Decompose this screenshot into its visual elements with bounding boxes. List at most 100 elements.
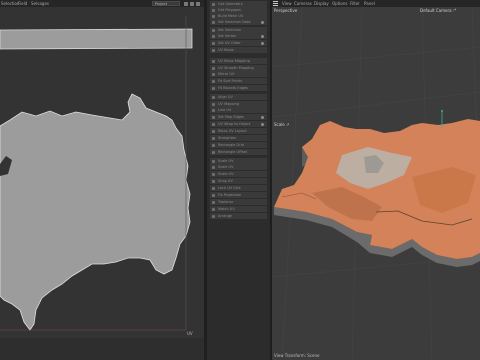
command-label: UV Smooth Mapping [218, 66, 254, 70]
command-label: Arrange [218, 214, 232, 218]
command-button[interactable]: Fit Bounds Edges [210, 85, 267, 91]
command-label: Fix Projection [218, 193, 242, 197]
command-button[interactable]: Fix Projection [210, 192, 267, 198]
command-label: Mirror UV [218, 72, 235, 76]
command-button[interactable]: Align UV [210, 94, 267, 100]
uv-toolbar-icons [184, 2, 200, 6]
command-button[interactable]: Set UV Order [210, 40, 267, 46]
command-icon [212, 72, 215, 76]
uv-island-terrain[interactable] [0, 93, 191, 331]
command-options-icon[interactable] [261, 122, 264, 126]
command-button[interactable]: Arrange [210, 213, 267, 219]
command-icon [212, 59, 215, 63]
command-icon [212, 115, 215, 119]
command-button[interactable]: Rectangle Grid [210, 142, 267, 148]
command-icon [212, 66, 215, 70]
command-label: UV Wrap to Object [218, 122, 251, 126]
command-icon [212, 122, 215, 126]
command-label: Scale UV [218, 172, 234, 176]
command-icon [212, 79, 215, 83]
command-icon [212, 48, 215, 52]
command-label: Set Map Edges [218, 115, 244, 119]
uv-canvas[interactable]: UV [0, 8, 204, 338]
command-icon [212, 14, 215, 18]
command-label: Set Vertex [218, 34, 237, 38]
command-button[interactable]: Straighten [210, 135, 267, 141]
command-label: UV Relax Mapping [218, 59, 250, 63]
command-button[interactable]: Set Selection Data [210, 19, 267, 25]
command-button[interactable]: Mirror UV [210, 71, 267, 77]
command-button[interactable]: Set Map Edges [210, 114, 267, 120]
command-label: Build Mesh UV [218, 14, 244, 18]
viewport-camera-label[interactable]: Default Camera :* [420, 8, 456, 13]
viewport-perspective-label: Perspective [274, 8, 298, 13]
command-icon [212, 179, 215, 183]
command-button[interactable]: Relax UV Layout [210, 128, 267, 134]
command-icon [212, 95, 215, 99]
command-button[interactable]: UV Wrap to Object [210, 121, 267, 127]
command-icon [212, 165, 215, 169]
command-options-icon[interactable] [261, 41, 264, 45]
command-icon [212, 172, 215, 176]
viewport-menu-cameras[interactable]: Cameras [294, 1, 312, 6]
lock-icon[interactable] [184, 2, 188, 6]
viewport-menubar: View Cameras Display Options Filter Pane… [272, 0, 480, 7]
command-label: Set UV Order [218, 41, 241, 45]
command-button[interactable]: Snap UV [210, 178, 267, 184]
command-icon [212, 150, 215, 154]
command-button[interactable]: Lock UV Grid [210, 185, 267, 191]
command-options-icon[interactable] [261, 20, 264, 24]
command-icon [212, 108, 215, 112]
command-icon [212, 20, 215, 24]
command-label: Triplanar [218, 200, 234, 204]
command-icon [212, 2, 215, 6]
uv-menu-selection[interactable]: Selection [1, 1, 19, 6]
command-label: Fit Bounds Edges [218, 86, 248, 90]
command-button[interactable]: Scale UV [210, 171, 267, 177]
uv-menu-field[interactable]: Field [18, 1, 27, 6]
uv-menu-selvages[interactable]: Selvages [31, 1, 49, 6]
command-label: Match UV [218, 207, 235, 211]
viewport-menu-panel[interactable]: Panel [364, 1, 375, 6]
command-label: Set Selection [218, 28, 241, 32]
hamburger-icon[interactable] [273, 1, 278, 6]
viewport-menu-view[interactable]: View [282, 1, 292, 6]
command-icon [212, 193, 215, 197]
command-options-icon[interactable] [261, 115, 264, 119]
command-button[interactable]: Match UV [210, 206, 267, 212]
viewport-menu-display[interactable]: Display [314, 1, 329, 6]
command-label: Lock UV Grid [218, 186, 241, 190]
command-icon [212, 86, 215, 90]
command-button[interactable]: Rectangle Offset [210, 149, 267, 155]
command-label: Scale UV [218, 165, 234, 169]
3d-viewport[interactable] [272, 7, 480, 360]
command-button[interactable]: UV Relax Mapping [210, 58, 267, 64]
command-label: Fit Sort Points [218, 79, 243, 83]
viewport-status-text: View Transform: Scene [274, 353, 320, 358]
uv-bottom-area [0, 338, 204, 360]
command-icon [212, 186, 215, 190]
viewport-menu-filter[interactable]: Filter [350, 1, 360, 6]
projection-dropdown-value: Project [155, 2, 167, 6]
y-axis-gizmo-tip [441, 110, 443, 112]
command-label: Get Polygons [218, 8, 241, 12]
uv-island-strip[interactable] [0, 28, 193, 50]
viewport-menu-options[interactable]: Options [332, 1, 347, 6]
command-icon [212, 214, 215, 218]
command-button[interactable]: Set Vertex [210, 33, 267, 39]
command-button[interactable]: Fit Sort Points [210, 78, 267, 84]
settings-icon[interactable] [190, 2, 194, 6]
projection-dropdown[interactable]: Project [152, 1, 180, 6]
grid-icon[interactable] [196, 2, 200, 6]
command-button[interactable]: Triplanar [210, 199, 267, 205]
command-button[interactable]: UV Relax [210, 47, 267, 53]
command-button[interactable]: Line UV [210, 107, 267, 113]
command-button[interactable]: Scale UV [210, 164, 267, 170]
command-label: UV Mapping [218, 102, 240, 106]
command-icon [212, 41, 215, 45]
command-options-icon[interactable] [261, 34, 264, 38]
command-label: Rectangle Offset [218, 150, 248, 154]
command-icon [212, 102, 215, 106]
uv-axis-label: UV [187, 331, 193, 336]
command-label: Line UV [218, 108, 232, 112]
